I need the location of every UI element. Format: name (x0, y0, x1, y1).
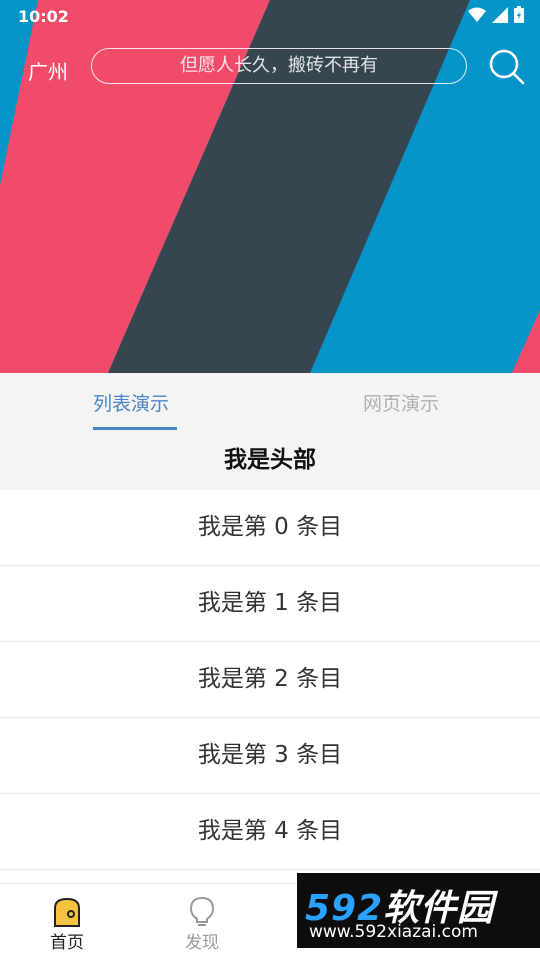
nav-discover[interactable]: 发现 (172, 892, 232, 953)
search-button[interactable] (488, 48, 526, 86)
wifi-icon (468, 7, 486, 22)
list-item[interactable]: 我是第 3 条目 (0, 718, 540, 794)
battery-icon (514, 6, 524, 23)
city-selector[interactable]: 广州 (28, 56, 68, 85)
tab-list-demo[interactable]: 列表演示 (93, 389, 169, 416)
list-header: 我是头部 (0, 431, 540, 490)
watermark-logo: 592软件园 www.592xiazai.com (297, 873, 540, 948)
list-item[interactable]: 我是第 4 条目 (0, 794, 540, 870)
tab-indicator (93, 427, 177, 430)
status-time: 10:02 (18, 7, 69, 26)
tab-bar: 列表演示 网页演示 (0, 373, 540, 431)
nav-discover-label: 发现 (185, 933, 219, 953)
search-input[interactable]: 但愿人长久，搬砖不再有 (91, 48, 467, 84)
list-item[interactable]: 我是第 2 条目 (0, 642, 540, 718)
nav-home[interactable]: 首页 (37, 892, 97, 953)
item-list: 我是第 0 条目 我是第 1 条目 我是第 2 条目 我是第 3 条目 我是第 … (0, 490, 540, 870)
nav-home-label: 首页 (50, 933, 84, 953)
search-icon (489, 49, 525, 85)
lightbulb-icon (189, 896, 215, 926)
status-bar: 10:02 (0, 0, 540, 32)
home-icon (54, 897, 80, 927)
list-item[interactable]: 我是第 1 条目 (0, 566, 540, 642)
tab-web-demo[interactable]: 网页演示 (363, 389, 439, 416)
list-item[interactable]: 我是第 0 条目 (0, 490, 540, 566)
watermark-url: www.592xiazai.com (309, 922, 478, 942)
signal-icon (492, 6, 508, 23)
